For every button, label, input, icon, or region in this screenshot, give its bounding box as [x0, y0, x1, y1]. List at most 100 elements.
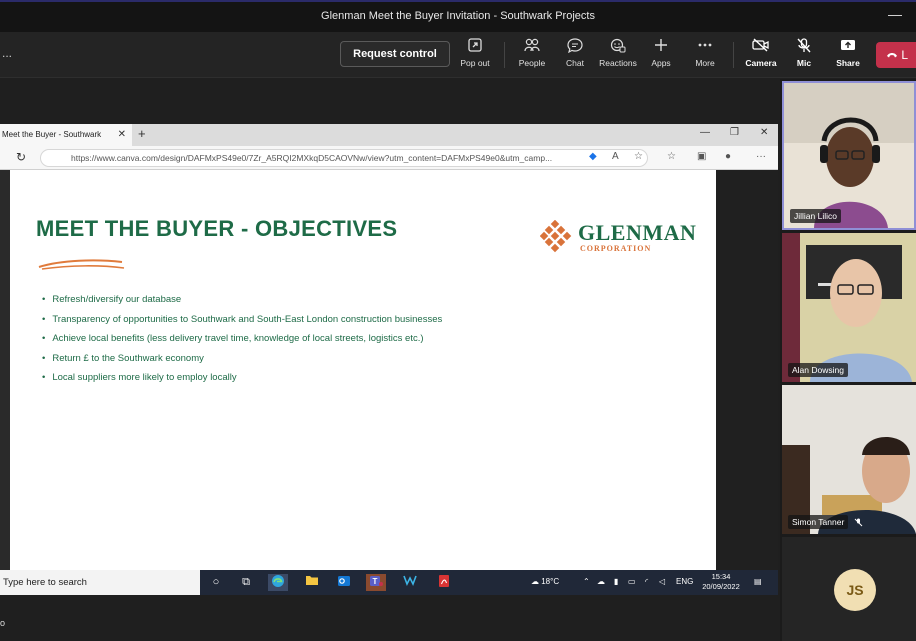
close-tab-icon[interactable]: ✕	[118, 124, 126, 146]
window-titlebar: Glenman Meet the Buyer Invitation - Sout…	[0, 0, 916, 32]
browser-tab-strip: Meet the Buyer - Southwark ✕ + — ❐ ✕	[0, 124, 778, 146]
people-label: People	[518, 58, 546, 68]
read-aloud-icon[interactable]: A	[612, 151, 619, 162]
clock-time: 15:34	[711, 572, 731, 581]
clock-date: 20/09/2022	[702, 582, 740, 591]
people-button[interactable]: People	[509, 38, 555, 68]
participant-name: Alan Dowsing	[788, 363, 848, 377]
list-item: Transparency of opportunities to Southwa…	[42, 314, 442, 334]
browser-tab-title: Meet the Buyer - Southwark	[2, 130, 102, 139]
request-control-button[interactable]: Request control	[340, 41, 450, 67]
browser-minimize-icon[interactable]: —	[700, 127, 710, 138]
participant-tile[interactable]: Jillian Lilico	[782, 81, 916, 230]
reactions-label: Reactions	[599, 58, 637, 68]
profile-icon[interactable]: ●	[725, 151, 731, 162]
collections-icon[interactable]: ▣	[697, 151, 706, 162]
share-label: Share	[836, 58, 860, 68]
browser-maximize-icon[interactable]: ❐	[730, 127, 739, 138]
teams-icon[interactable]: T	[366, 574, 386, 591]
more-button[interactable]: More	[682, 38, 728, 68]
phone-hangup-icon	[886, 48, 901, 62]
list-item: Return £ to the Southwark economy	[42, 353, 442, 373]
participant-tile[interactable]: Simon Tanner	[782, 385, 916, 534]
reactions-icon	[595, 38, 641, 56]
camera-button[interactable]: Camera	[738, 38, 784, 68]
chat-icon	[552, 38, 598, 56]
cortana-icon[interactable]: ○	[206, 574, 226, 591]
more-label: More	[695, 58, 715, 68]
tag-icon[interactable]: ◆	[589, 151, 597, 162]
camera-off-icon	[738, 38, 784, 56]
objectives-list: Refresh/diversify our database Transpare…	[42, 294, 442, 392]
leave-label: L	[901, 48, 909, 62]
weather-widget[interactable]: ☁ 18°C	[531, 577, 559, 586]
browser-close-icon[interactable]: ✕	[760, 127, 768, 138]
outlook-icon[interactable]	[334, 574, 354, 591]
slide-margin-right	[716, 170, 778, 570]
apps-button[interactable]: Apps	[638, 38, 684, 68]
presentation-slide: MEET THE BUYER - OBJECTIVES GLENMAN CORP…	[10, 170, 716, 570]
tray-overflow-icon[interactable]: ⌃	[583, 577, 590, 586]
reload-icon[interactable]: ↻	[16, 150, 26, 164]
new-tab-icon[interactable]: +	[138, 126, 146, 141]
url-input[interactable]: https://www.canva.com/design/DAFMxPS49e0…	[40, 149, 648, 167]
participant-tile[interactable]: JS	[782, 537, 916, 641]
browser-menu-icon[interactable]: ···	[756, 151, 766, 162]
svg-text:T: T	[373, 577, 378, 586]
battery-icon[interactable]: ▭	[628, 577, 636, 586]
mic-off-icon	[854, 518, 863, 529]
participant-name: Jillian Lilico	[790, 209, 841, 223]
mic-button[interactable]: Mic	[781, 38, 827, 68]
leave-button[interactable]: L	[876, 42, 916, 68]
people-icon	[509, 38, 555, 56]
avatar: JS	[834, 569, 876, 611]
volume-icon[interactable]: ◁	[659, 577, 665, 586]
apps-label: Apps	[651, 58, 671, 68]
participant-name: Simon Tanner	[788, 515, 849, 529]
browser-tab[interactable]: Meet the Buyer - Southwark ✕	[0, 124, 132, 146]
weather-temperature: 18°C	[541, 577, 560, 586]
file-explorer-icon[interactable]	[302, 574, 322, 591]
pop-out-label: Pop out	[460, 58, 490, 68]
participant-video	[782, 233, 916, 382]
app-w-icon[interactable]	[400, 574, 420, 591]
pop-out-button[interactable]: Pop out	[452, 38, 498, 68]
cloud-icon: ☁	[531, 577, 539, 586]
decorative-underline-swoosh	[38, 259, 125, 270]
usb-icon[interactable]: ▮	[614, 577, 618, 586]
glenman-logo: GLENMAN CORPORATION	[540, 218, 696, 262]
task-view-icon[interactable]: ⧉	[236, 574, 256, 591]
taskbar-clock[interactable]: 15:34 20/09/2022	[698, 572, 744, 592]
ellipsis-icon	[682, 38, 728, 56]
favorites-icon[interactable]: ☆	[667, 151, 676, 162]
toolbar-divider	[733, 42, 734, 68]
mic-label: Mic	[796, 58, 812, 68]
toolbar-divider	[504, 42, 505, 68]
list-item: Refresh/diversify our database	[42, 294, 442, 314]
share-button[interactable]: Share	[825, 38, 871, 68]
wifi-icon[interactable]: ◜	[645, 577, 648, 586]
glenman-logo-mark	[540, 220, 572, 253]
window-title: Glenman Meet the Buyer Invitation - Sout…	[321, 10, 595, 22]
pdf-reader-icon[interactable]	[434, 574, 454, 591]
participant-tile[interactable]: Alan Dowsing	[782, 233, 916, 382]
logo-subtitle: CORPORATION	[580, 244, 652, 253]
edge-label: o	[0, 618, 6, 628]
meeting-menu-dots[interactable]: ...	[2, 46, 12, 60]
reactions-button[interactable]: Reactions	[595, 38, 641, 68]
chat-button[interactable]: Chat	[552, 38, 598, 68]
edge-icon[interactable]	[268, 574, 288, 591]
list-item: Achieve local benefits (less delivery tr…	[42, 333, 442, 353]
onedrive-icon[interactable]: ☁	[597, 577, 605, 586]
windows-taskbar: Type here to search ○ ⧉ T ☁ 18°C ⌃ ☁ ▮ ▭…	[0, 570, 778, 595]
notifications-icon[interactable]: ▤	[754, 577, 762, 586]
meeting-toolbar: ... Request control Pop out People Chat …	[0, 32, 916, 78]
share-icon	[825, 38, 871, 56]
minimize-button[interactable]: —	[888, 6, 902, 22]
list-item: Local suppliers more likely to employ lo…	[42, 372, 442, 392]
add-favorite-icon[interactable]: ☆	[634, 151, 643, 162]
language-indicator[interactable]: ENG	[676, 577, 693, 586]
browser-address-bar: ↻ 🔒 https://www.canva.com/design/DAFMxPS…	[0, 146, 778, 170]
participant-video	[782, 385, 916, 534]
taskbar-search-input[interactable]: Type here to search	[0, 570, 200, 595]
